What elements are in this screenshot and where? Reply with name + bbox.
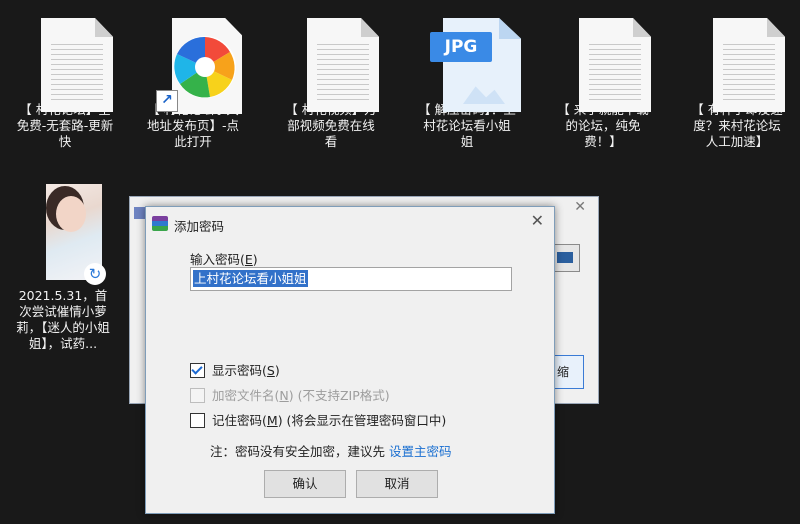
document-icon [552,6,654,112]
desktop-file-1[interactable]: 【 村花论坛】全免费-无套路-更新快 [14,6,116,150]
show-password-checkbox[interactable] [190,363,205,378]
photo-thumbnail-icon: ↻ [12,184,114,285]
document-icon [686,6,788,112]
folder-browse-button[interactable] [552,244,580,272]
close-icon[interactable]: ✕ [574,199,586,215]
sync-badge-icon: ↻ [84,263,106,285]
remember-password-option[interactable]: 记住密码(M) (将会显示在管理密码窗口中) [190,412,446,430]
password-label: 输入密码(E) [190,252,258,267]
archive-app-icon [152,216,168,231]
jpg-badge: JPG [430,32,492,62]
set-master-password-link[interactable]: 设置主密码 [389,444,452,459]
cancel-button[interactable]: 取消 [356,470,438,498]
document-icon [14,6,116,112]
ok-button[interactable]: 确认 [264,470,346,498]
desktop-file-5[interactable]: 【 来了就能下载的论坛，纯免费！】 [552,6,654,150]
file-label: 2021.5.31，首次尝试催情小萝莉，【迷人的小姐姐】，试药... [16,288,110,351]
document-icon [280,6,382,112]
desktop-file-4[interactable]: JPG 【 解压密码】：上村花论坛看小姐姐 [416,6,521,150]
dialog-title: 添加密码 [174,219,225,234]
desktop-file-6[interactable]: 【 有种子却没速度？来村花论坛人工加速】 [686,6,788,150]
show-password-option[interactable]: 显示密码(S) [190,362,280,380]
pinwheel-icon [174,36,236,98]
desktop-file-7[interactable]: ↻ 2021.5.31，首次尝试催情小萝莉，【迷人的小姐姐】，试药... [12,184,114,352]
desktop-file-3[interactable]: 【 村花视频】万部视频免费在线看 [280,6,382,150]
browser-shortcut-icon: ↗ [142,6,244,114]
close-icon[interactable]: ✕ [531,211,544,230]
password-value: 上村花论坛看小姐姐 [193,270,308,287]
shortcut-arrow-icon: ↗ [156,90,178,112]
jpg-file-icon: JPG [416,6,521,112]
add-password-dialog: 添加密码 ✕ 输入密码(E) 上村花论坛看小姐姐 显示密码(S) 加密文件名(N… [145,206,555,514]
encrypt-filenames-option: 加密文件名(N) (不支持ZIP格式) [190,387,390,405]
dialog-titlebar[interactable]: 添加密码 ✕ [146,207,554,239]
password-input[interactable]: 上村花论坛看小姐姐 [190,267,512,291]
encrypt-filenames-checkbox [190,388,205,403]
remember-password-checkbox[interactable] [190,413,205,428]
desktop-file-2[interactable]: ↗ 【 村花论坛永久地址发布页】-点此打开 [142,6,244,150]
security-note: 注：密码没有安全加密，建议先 设置主密码 [210,444,452,459]
